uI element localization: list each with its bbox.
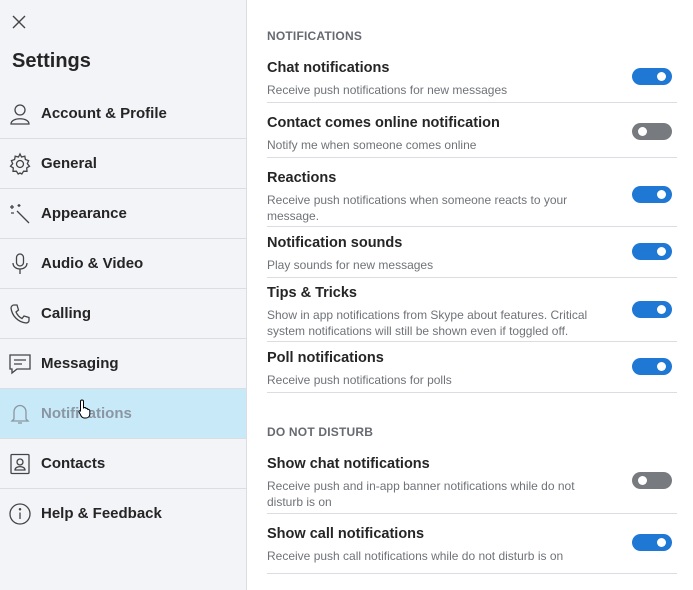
microphone-icon [8, 252, 32, 276]
message-icon [8, 352, 32, 376]
sidebar-item-account-profile[interactable]: Account & Profile [0, 89, 246, 139]
sidebar-item-audio-video[interactable]: Audio & Video [0, 239, 246, 289]
sidebar-item-label: Audio & Video [41, 255, 144, 272]
sidebar-item-label: Account & Profile [41, 105, 167, 122]
section-title-notifications: NOTIFICATIONS [267, 29, 363, 43]
setting-description: Receive push notifications for polls [267, 373, 452, 387]
tips-tricks-toggle[interactable] [632, 301, 672, 318]
bell-icon [8, 402, 32, 426]
sidebar-item-messaging[interactable]: Messaging [0, 339, 246, 389]
sidebar-item-label: Appearance [41, 205, 127, 222]
section-title-do-not-disturb: DO NOT DISTURB [267, 425, 374, 439]
sidebar-item-appearance[interactable]: Appearance [0, 189, 246, 239]
reactions-toggle[interactable] [632, 186, 672, 203]
settings-title: Settings [12, 50, 91, 72]
poll-notifications-toggle[interactable] [632, 358, 672, 375]
setting-title: Notification sounds [267, 235, 403, 251]
setting-notification-sounds: Notification sounds Play sounds for new … [267, 235, 677, 278]
sidebar-item-help-feedback[interactable]: Help & Feedback [0, 489, 246, 539]
gear-icon [8, 152, 32, 176]
sidebar-item-label: Calling [41, 305, 92, 322]
setting-title: Show chat notifications [267, 456, 430, 472]
setting-description: Show in app notifications from Skype abo… [267, 308, 588, 338]
setting-title: Show call notifications [267, 526, 425, 542]
toggle-knob [657, 305, 666, 314]
sidebar-item-notifications[interactable]: Notifications [0, 389, 246, 439]
toggle-knob [657, 190, 666, 199]
magic-wand-icon [8, 202, 32, 226]
setting-title: Poll notifications [267, 350, 384, 366]
dnd-call-notifications-toggle[interactable] [632, 534, 672, 551]
close-icon[interactable] [10, 13, 28, 31]
setting-reactions: Reactions Receive push notifications whe… [267, 170, 677, 227]
notifications-settings-panel: NOTIFICATIONS Chat notifications Receive… [247, 0, 693, 590]
setting-contact-online-notification: Contact comes online notification Notify… [267, 115, 677, 158]
info-icon [8, 502, 32, 526]
setting-description: Receive push call notifications while do… [267, 549, 564, 563]
toggle-knob [657, 362, 666, 371]
setting-show-chat-notifications: Show chat notifications Receive push and… [267, 456, 677, 514]
setting-title: Chat notifications [267, 60, 390, 76]
notification-sounds-toggle[interactable] [632, 243, 672, 260]
setting-title: Reactions [267, 170, 337, 186]
setting-title: Tips & Tricks [267, 285, 357, 301]
setting-description: Play sounds for new messages [267, 258, 434, 272]
setting-description: Receive push and in-app banner notificat… [267, 479, 575, 509]
toggle-knob [657, 247, 666, 256]
settings-nav: Account & Profile General Appearance Aud… [0, 89, 246, 539]
sidebar-item-general[interactable]: General [0, 139, 246, 189]
phone-icon [8, 302, 32, 326]
setting-title: Contact comes online notification [267, 115, 500, 131]
sidebar-item-label: Messaging [41, 355, 119, 372]
sidebar-item-label: Help & Feedback [41, 505, 162, 522]
setting-poll-notifications: Poll notifications Receive push notifica… [267, 350, 677, 393]
settings-sidebar: Settings Account & Profile General Appea… [0, 0, 247, 590]
contact-card-icon [8, 452, 32, 476]
sidebar-item-label: General [41, 155, 97, 172]
sidebar-item-label: Contacts [41, 455, 106, 472]
toggle-knob [657, 538, 666, 547]
setting-description: Receive push notifications when someone … [267, 193, 568, 223]
setting-show-call-notifications: Show call notifications Receive push cal… [267, 526, 677, 574]
sidebar-item-calling[interactable]: Calling [0, 289, 246, 339]
setting-tips-tricks: Tips & Tricks Show in app notifications … [267, 285, 677, 342]
toggle-knob [657, 72, 666, 81]
toggle-knob [638, 476, 647, 485]
setting-description: Notify me when someone comes online [267, 138, 477, 152]
dnd-chat-notifications-toggle[interactable] [632, 472, 672, 489]
contact-online-toggle[interactable] [632, 123, 672, 140]
chat-notifications-toggle[interactable] [632, 68, 672, 85]
toggle-knob [638, 127, 647, 136]
person-icon [8, 102, 32, 126]
setting-chat-notifications: Chat notifications Receive push notifica… [267, 60, 677, 103]
mouse-pointer-icon [78, 399, 92, 419]
setting-description: Receive push notifications for new messa… [267, 83, 508, 97]
sidebar-item-contacts[interactable]: Contacts [0, 439, 246, 489]
